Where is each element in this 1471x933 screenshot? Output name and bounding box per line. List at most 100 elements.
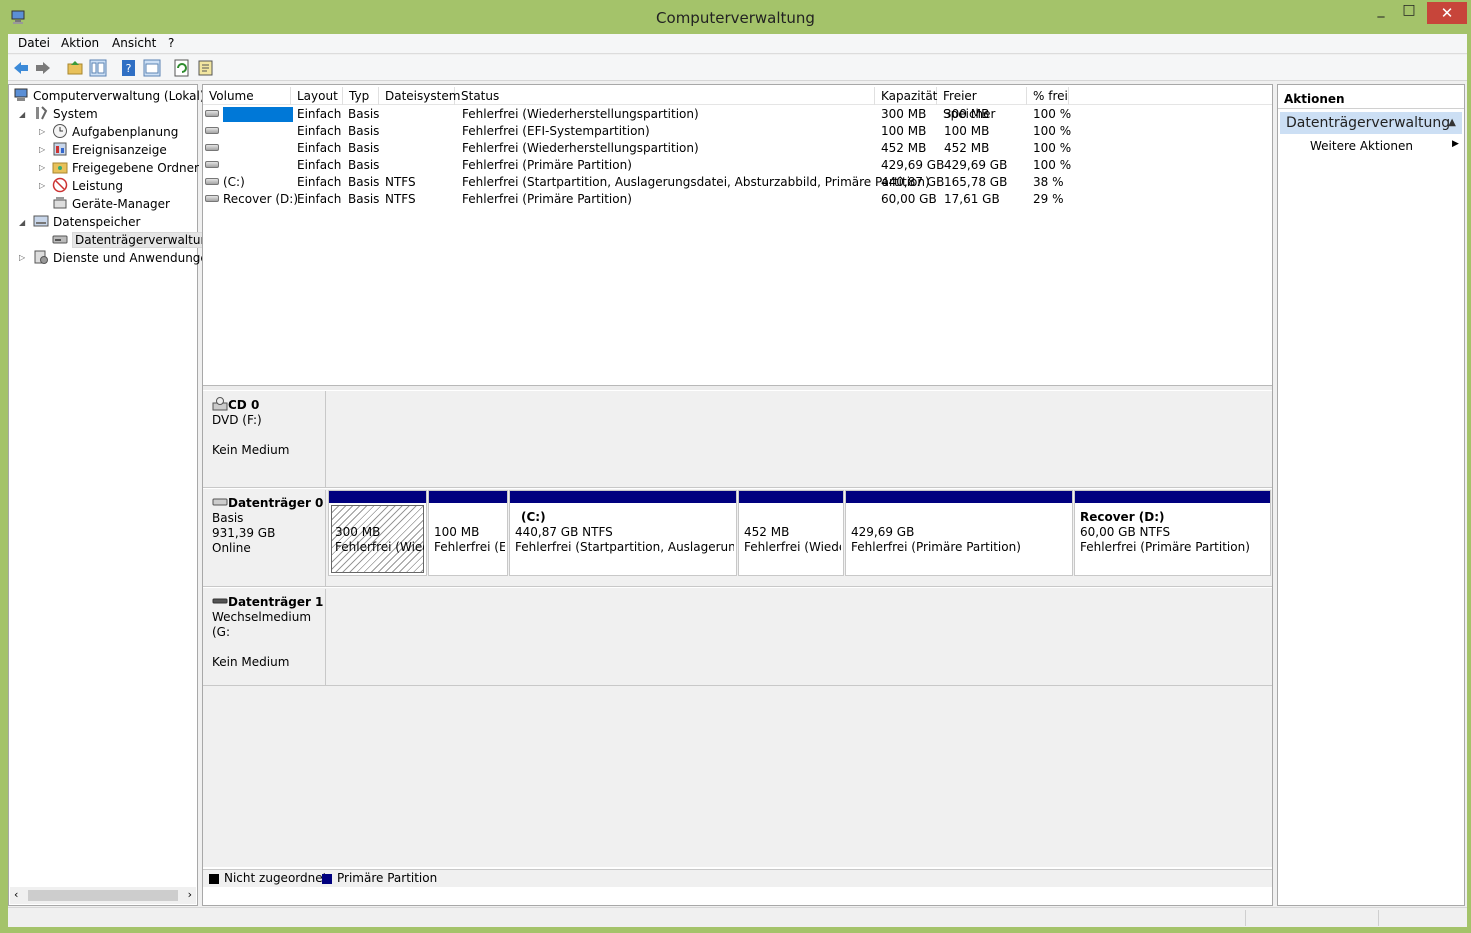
legend: Nicht zugeordnet Primäre Partition <box>203 869 1272 887</box>
shared-folder-icon <box>52 162 68 174</box>
export-icon[interactable] <box>197 59 215 77</box>
cd0-body <box>327 391 1271 487</box>
submenu-arrow-icon: ▶ <box>1452 139 1459 149</box>
legend-swatch-unallocated <box>209 874 219 884</box>
partition[interactable]: 300 MB Fehlerfrei (Wied <box>328 490 427 576</box>
minimize-button[interactable]: _ <box>1368 2 1394 26</box>
action-weitere-aktionen[interactable]: Weitere Aktionen <box>1310 139 1413 153</box>
actions-section-datentraeger[interactable]: Datenträgerverwaltung ▲ <box>1280 112 1462 134</box>
menu-aktion[interactable]: Aktion <box>61 36 99 50</box>
volume-list-header: Volume Layout Typ Dateisystem Status Kap… <box>203 87 1272 121</box>
disk-management-pane: Volume Layout Typ Dateisystem Status Kap… <box>202 84 1273 906</box>
col-typ[interactable]: Typ <box>343 87 379 105</box>
cd-drive-icon <box>212 397 228 411</box>
maximize-button[interactable]: □ <box>1396 2 1422 26</box>
tree-item-datenspeicher[interactable]: Datenspeicher <box>33 213 140 231</box>
legend-swatch-primary <box>322 874 332 884</box>
back-arrow-icon[interactable] <box>12 59 30 77</box>
navigation-tree: Computerverwaltung (Lokal) ◢ System ▷ Au… <box>8 84 219 906</box>
tree-item-root[interactable]: Computerverwaltung (Lokal) <box>13 87 205 105</box>
clock-icon <box>53 124 67 138</box>
volume-row[interactable]: Recover (D:) Einfach Basis NTFS Fehlerfr… <box>203 191 1272 208</box>
expand-arrow-icon[interactable]: ▷ <box>19 253 25 262</box>
pane-splitter[interactable] <box>203 385 1272 390</box>
collapse-up-icon[interactable]: ▲ <box>1448 112 1456 134</box>
expand-arrow-icon[interactable]: ▷ <box>39 145 45 154</box>
collapse-arrow-icon[interactable]: ◢ <box>19 218 25 227</box>
scroll-left-icon[interactable]: ‹ <box>14 888 18 901</box>
partition[interactable]: Recover (D:) 60,00 GB NTFS Fehlerfrei (Pri… <box>1074 490 1271 576</box>
volume-row[interactable]: Einfach Basis Fehlerfrei (Primäre Partit… <box>203 157 1272 174</box>
toolbar: ? <box>8 55 1467 81</box>
disk-graphical-view: CD 0 DVD (F:) Kein Medium Datenträger 0 … <box>203 391 1272 867</box>
partition[interactable]: (C:) 440,87 GB NTFS Fehlerfrei (Startparti… <box>509 490 737 576</box>
tree-item-datentraeger[interactable]: Datenträgerverwaltung <box>52 231 219 249</box>
tree-item-geraete[interactable]: Geräte-Manager <box>52 195 170 213</box>
status-bar <box>8 907 1467 927</box>
volume-icon <box>205 161 219 168</box>
app-window: Computerverwaltung _ □ ✕ Datei Aktion An… <box>0 0 1471 933</box>
col-layout[interactable]: Layout <box>291 87 343 105</box>
expand-arrow-icon[interactable]: ▷ <box>39 127 45 136</box>
removable-disk-icon <box>212 598 228 604</box>
tree-item-freigegeben[interactable]: Freigegebene Ordner <box>52 159 199 177</box>
disk-management-icon <box>52 235 68 244</box>
tree-item-aufgaben[interactable]: Aufgabenplanung <box>52 123 178 141</box>
volume-row[interactable]: Einfach Basis Fehlerfrei (Wiederherstell… <box>203 106 1272 123</box>
volume-icon <box>205 195 219 202</box>
tree-item-dienste[interactable]: Dienste und Anwendungen <box>33 249 215 267</box>
storage-icon <box>33 215 49 227</box>
device-manager-icon <box>53 197 67 209</box>
disk-label-cd0[interactable]: CD 0 DVD (F:) Kein Medium <box>203 391 326 487</box>
disk0-partitions: 300 MB Fehlerfrei (Wied 100 MB Fehlerfrei … <box>327 490 1271 586</box>
tools-icon <box>36 106 48 120</box>
window-title: Computerverwaltung <box>656 9 815 27</box>
menu-datei[interactable]: Datei <box>18 36 50 50</box>
disk-label-disk1[interactable]: Datenträger 1 Wechselmedium (G: Kein Med… <box>203 589 326 685</box>
close-button[interactable]: ✕ <box>1427 2 1467 24</box>
col-dateisystem[interactable]: Dateisystem <box>379 87 460 105</box>
partition[interactable]: 100 MBFehlerfrei (EF <box>428 490 508 576</box>
help-icon[interactable]: ? <box>120 59 138 77</box>
col-prozent-frei[interactable]: % frei <box>1027 87 1069 105</box>
svg-text:?: ? <box>126 62 132 75</box>
tree-item-system[interactable]: System <box>33 105 98 123</box>
tree-item-ereignis[interactable]: Ereignisanzeige <box>52 141 167 159</box>
up-folder-icon[interactable] <box>66 59 84 77</box>
volume-row[interactable]: Einfach Basis Fehlerfrei (Wiederherstell… <box>203 140 1272 157</box>
expand-arrow-icon[interactable]: ▷ <box>39 181 45 190</box>
properties-icon[interactable] <box>143 59 161 77</box>
volume-row[interactable]: (C:) Einfach Basis NTFS Fehlerfrei (Star… <box>203 174 1272 191</box>
legend-unallocated: Nicht zugeordnet <box>224 871 328 885</box>
col-kapazitaet[interactable]: Kapazität <box>875 87 937 105</box>
disk-label-disk0[interactable]: Datenträger 0 Basis 931,39 GB Online <box>203 490 326 586</box>
selection-highlight <box>223 107 293 122</box>
services-icon <box>34 250 48 264</box>
tree-horizontal-scrollbar[interactable]: ‹ › <box>10 887 196 904</box>
disk1-body <box>327 589 1271 685</box>
actions-header: Aktionen <box>1278 89 1464 109</box>
col-freier-speicher[interactable]: Freier Speicher <box>937 87 1027 121</box>
show-tree-icon[interactable] <box>89 59 107 77</box>
col-volume[interactable]: Volume <box>203 87 291 105</box>
expand-arrow-icon[interactable]: ▷ <box>39 163 45 172</box>
collapse-arrow-icon[interactable]: ◢ <box>19 110 25 119</box>
menu-ansicht[interactable]: Ansicht <box>112 36 156 50</box>
computer-management-icon <box>14 88 28 101</box>
menu-bar: Datei Aktion Ansicht ? <box>8 34 1467 54</box>
scrollbar-thumb[interactable] <box>28 890 178 901</box>
partition[interactable]: 452 MB Fehlerfrei (Wiede <box>738 490 844 576</box>
performance-icon <box>52 177 68 193</box>
hard-disk-icon <box>212 498 228 506</box>
partition[interactable]: 429,69 GB Fehlerfrei (Primäre Partition) <box>845 490 1073 576</box>
volume-row[interactable]: Einfach Basis Fehlerfrei (EFI-Systempart… <box>203 123 1272 140</box>
refresh-icon[interactable] <box>173 59 191 77</box>
volume-icon <box>205 144 219 151</box>
menu-help[interactable]: ? <box>168 36 174 50</box>
title-bar[interactable]: Computerverwaltung _ □ ✕ <box>0 0 1471 34</box>
scroll-right-icon[interactable]: › <box>188 888 192 901</box>
volume-icon <box>205 110 219 117</box>
tree-item-leistung[interactable]: Leistung <box>52 177 123 195</box>
col-status[interactable]: Status <box>455 87 875 105</box>
forward-arrow-icon[interactable] <box>34 59 52 77</box>
